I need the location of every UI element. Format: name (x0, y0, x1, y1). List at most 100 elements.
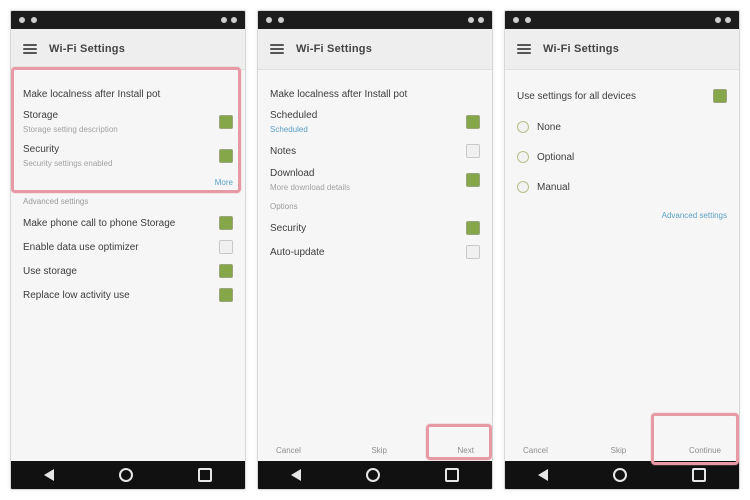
wifi-icon (715, 17, 721, 23)
clock-icon (231, 17, 237, 23)
back-icon[interactable] (290, 469, 301, 481)
main-toggle-label: Use settings for all devices (517, 90, 636, 102)
group-1-checkbox[interactable] (219, 216, 233, 230)
app-bar: Wi-Fi Settings (505, 29, 739, 70)
group-2-checkbox[interactable] (466, 245, 480, 259)
signal-icon (513, 17, 519, 23)
header-text: Make localness after Install pot (270, 89, 408, 100)
battery-icon (31, 17, 37, 23)
notes-label: Notes (270, 145, 297, 157)
section-header: Advanced settings (23, 197, 89, 206)
group-row-2[interactable]: Enable data use optimizer (23, 240, 233, 254)
advanced-link[interactable]: Advanced settings (517, 211, 727, 220)
radio-button[interactable] (517, 121, 529, 133)
status-right (715, 17, 731, 23)
home-icon[interactable] (612, 468, 627, 482)
notes-checkbox[interactable] (466, 144, 480, 158)
radio-row-3[interactable]: Manual (517, 181, 727, 193)
radio-button[interactable] (517, 151, 529, 163)
skip-button[interactable]: Skip (365, 442, 393, 459)
cancel-button[interactable]: Cancel (270, 442, 307, 459)
back-icon[interactable] (537, 469, 548, 481)
signal-icon (19, 17, 25, 23)
phone-screen-2: Wi-Fi Settings Make localness after Inst… (257, 10, 493, 490)
scheduled-checkbox[interactable] (466, 115, 480, 129)
download-sub: More download details (270, 183, 351, 192)
recent-icon[interactable] (692, 468, 707, 482)
battery-icon (525, 17, 531, 23)
bottom-left-button[interactable] (23, 446, 35, 454)
radio-1-label: None (537, 121, 561, 133)
checkbox-list-2-label: Replace low activity use (23, 289, 130, 301)
group-row-1[interactable]: Make phone call to phone Storage (23, 216, 233, 230)
download-label: Download (270, 168, 315, 179)
main-toggle-checkbox[interactable] (713, 89, 727, 103)
phone-screen-3: Wi-Fi Settings Use settings for all devi… (504, 10, 740, 490)
menu-icon[interactable] (23, 44, 37, 54)
download-checkbox[interactable] (466, 173, 480, 187)
recent-icon[interactable] (445, 468, 460, 482)
section-header: Options (270, 202, 298, 211)
group-2-label: Auto-update (270, 246, 325, 258)
checkbox-list-row-2[interactable]: Replace low activity use (23, 288, 233, 302)
scheduled-labels: Scheduled Scheduled (270, 110, 317, 134)
home-icon[interactable] (365, 468, 380, 482)
radio-row-2[interactable]: Optional (517, 151, 727, 163)
recent-icon[interactable] (198, 468, 213, 482)
menu-icon[interactable] (270, 44, 284, 54)
download-labels: Download More download details (270, 168, 350, 192)
group-1-checkbox[interactable] (466, 221, 480, 235)
settings-content: Use settings for all devices None Option… (505, 69, 739, 439)
scheduled-sub: Scheduled (270, 125, 308, 134)
group-row-2[interactable]: Auto-update (270, 245, 480, 259)
page-title: Wi-Fi Settings (49, 43, 126, 55)
skip-button[interactable]: Skip (605, 442, 633, 459)
group-1-labels: Security (270, 223, 306, 234)
status-right (221, 17, 237, 23)
checkbox-list-1-labels: Use storage (23, 266, 77, 277)
status-bar (11, 11, 245, 29)
status-left (513, 17, 531, 23)
group-row-1[interactable]: Security (270, 221, 480, 235)
radio-row-1[interactable]: None (517, 121, 727, 133)
home-icon[interactable] (118, 468, 133, 482)
wifi-icon (468, 17, 474, 23)
highlight-box (426, 424, 492, 460)
radio-button[interactable] (517, 181, 529, 193)
page-title: Wi-Fi Settings (543, 43, 620, 55)
navigation-bar (258, 461, 492, 489)
main-toggle-row[interactable]: Use settings for all devices (517, 89, 727, 103)
bottom-center-button[interactable] (122, 446, 134, 454)
status-left (19, 17, 37, 23)
group-1-label: Security (270, 222, 307, 234)
checkbox-list-2-checkbox[interactable] (219, 288, 233, 302)
main-toggle-labels: Use settings for all devices (517, 91, 636, 102)
download-toggle-row[interactable]: Download More download details (270, 168, 480, 192)
bottom-actions (11, 439, 245, 461)
page-title: Wi-Fi Settings (296, 43, 373, 55)
checkbox-list-2-labels: Replace low activity use (23, 290, 130, 301)
group-2-labels: Enable data use optimizer (23, 242, 139, 253)
status-bar (258, 11, 492, 29)
group-2-checkbox[interactable] (219, 240, 233, 254)
highlight-box (651, 413, 739, 465)
navigation-bar (505, 461, 739, 489)
back-icon[interactable] (43, 469, 54, 481)
phone-screen-1: Wi-Fi Settings Make localness after Inst… (10, 10, 246, 490)
scheduled-toggle-row[interactable]: Scheduled Scheduled (270, 110, 480, 134)
radio-2-label: Optional (537, 151, 575, 163)
status-left (266, 17, 284, 23)
signal-icon (266, 17, 272, 23)
checkbox-list-1-checkbox[interactable] (219, 264, 233, 278)
cancel-button[interactable]: Cancel (517, 442, 554, 459)
app-bar: Wi-Fi Settings (11, 29, 245, 70)
notes-toggle-row[interactable]: Notes (270, 144, 480, 158)
clock-icon (478, 17, 484, 23)
menu-icon[interactable] (517, 44, 531, 54)
battery-icon (278, 17, 284, 23)
bottom-right-button[interactable] (221, 446, 233, 454)
group-2-labels: Auto-update (270, 247, 325, 258)
app-bar: Wi-Fi Settings (258, 29, 492, 70)
checkbox-list-1-label: Use storage (23, 265, 77, 277)
checkbox-list-row-1[interactable]: Use storage (23, 264, 233, 278)
